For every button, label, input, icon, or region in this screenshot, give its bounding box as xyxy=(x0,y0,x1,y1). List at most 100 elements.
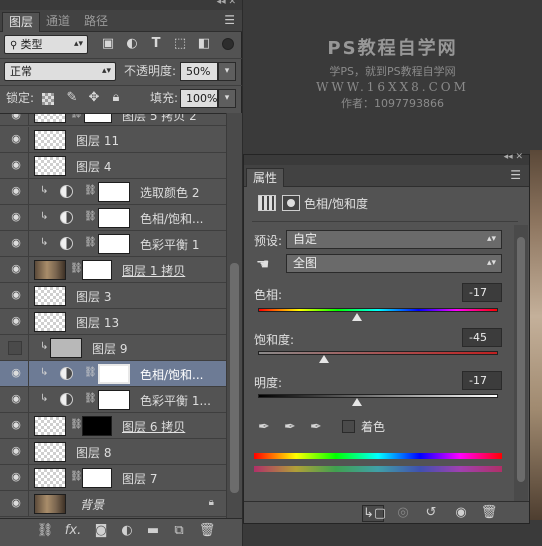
targeted-adjust-hand-icon[interactable]: ☚ xyxy=(256,255,269,273)
layer-row[interactable]: ◉ ⛓ 图层 7 xyxy=(0,465,226,491)
filter-type-icon[interactable]: T xyxy=(146,34,166,54)
visibility-eye-icon[interactable]: ◉ xyxy=(8,471,24,483)
tab-layers[interactable]: 图层 xyxy=(2,12,41,32)
panel-menu-icon[interactable]: ☰ xyxy=(510,168,521,182)
delete-trash-icon[interactable]: 🗑︎ xyxy=(480,505,498,520)
properties-scrollbar[interactable] xyxy=(514,225,528,501)
filter-smart-object-icon[interactable]: ◧ xyxy=(194,34,214,54)
layer-row[interactable]: ◉ ↳ ⛓ 选取颜色 2 xyxy=(0,179,226,205)
layer-row[interactable]: ◉ 图层 4 xyxy=(0,153,226,179)
visibility-eye-icon[interactable]: ◉ xyxy=(8,367,24,379)
lightness-slider-knob[interactable] xyxy=(352,398,362,406)
scrollbar-thumb[interactable] xyxy=(517,237,525,482)
visibility-eye-icon[interactable]: ◉ xyxy=(8,497,24,509)
filter-adjustment-icon[interactable]: ◐ xyxy=(122,34,142,54)
fill-dropdown-button[interactable]: ▾ xyxy=(218,89,236,108)
hue-input[interactable]: -17 xyxy=(462,283,502,302)
visibility-eye-icon[interactable]: ◉ xyxy=(8,315,24,327)
layer-name[interactable]: 图层 6 拷贝 xyxy=(122,418,185,435)
filter-toggle[interactable] xyxy=(222,38,234,50)
collapse-icon[interactable]: ◂◂ ✕ xyxy=(217,0,236,7)
visibility-eye-icon[interactable]: ◉ xyxy=(8,114,24,121)
visibility-eye-icon[interactable]: ◉ xyxy=(8,159,24,171)
panel-titlebar[interactable]: ◂◂ ✕ xyxy=(244,152,529,165)
layer-name[interactable]: 图层 3 xyxy=(76,288,111,305)
hue-slider-knob[interactable] xyxy=(352,313,362,321)
visibility-eye-icon[interactable]: ◉ xyxy=(8,263,24,275)
visibility-eye-icon[interactable]: ◉ xyxy=(8,211,24,223)
filter-pixel-icon[interactable]: ▣ xyxy=(98,34,118,54)
saturation-input[interactable]: -45 xyxy=(462,328,502,347)
filter-shape-icon[interactable]: ⬚ xyxy=(170,34,190,54)
layer-name[interactable]: 色相/饱和... xyxy=(140,210,204,227)
tab-paths[interactable]: 路径 xyxy=(78,12,114,32)
visibility-eye-icon[interactable]: ◉ xyxy=(8,237,24,249)
preset-select[interactable]: 自定 ▴▾ xyxy=(286,230,502,249)
view-previous-state-icon[interactable]: ◎ xyxy=(394,505,412,520)
layer-row[interactable]: ◉ 图层 13 xyxy=(0,309,226,335)
range-select[interactable]: 全图 ▴▾ xyxy=(286,254,502,273)
opacity-dropdown-button[interactable]: ▾ xyxy=(218,62,236,81)
saturation-slider-knob[interactable] xyxy=(319,355,329,363)
lock-transparent-icon[interactable] xyxy=(42,93,54,105)
new-adjustment-icon[interactable]: ◐ xyxy=(118,523,136,538)
visibility-eye-icon[interactable]: ◉ xyxy=(8,133,24,145)
mask-icon[interactable] xyxy=(282,195,300,211)
saturation-slider[interactable] xyxy=(258,351,498,355)
opacity-input[interactable]: 50% xyxy=(180,62,218,81)
fx-style-icon[interactable]: fx. xyxy=(64,523,82,538)
layer-row[interactable]: ◉ 背景 🔒︎ xyxy=(0,491,226,517)
eyedropper-add-icon[interactable]: ✒ xyxy=(284,419,296,435)
panel-menu-icon[interactable]: ☰ xyxy=(224,13,235,27)
lock-position-move-icon[interactable]: ✥ xyxy=(84,88,104,108)
layer-row[interactable]: ◉ ⛓ 图层 1 拷贝 xyxy=(0,257,226,283)
layer-row[interactable]: ◉ 图层 8 xyxy=(0,439,226,465)
hue-slider[interactable] xyxy=(258,308,498,312)
visibility-eye-icon[interactable]: ◉ xyxy=(8,419,24,431)
layer-row[interactable]: ◉ ↳ ⛓ 色彩平衡 1 xyxy=(0,231,226,257)
layer-name[interactable]: 色彩平衡 1 xyxy=(140,236,199,253)
layer-row[interactable]: ↳ 图层 9 xyxy=(0,335,226,361)
link-layers-icon[interactable]: ⛓ xyxy=(36,523,54,538)
layer-name[interactable]: 色彩平衡 1... xyxy=(140,392,211,409)
lock-icon[interactable]: 🔒︎ xyxy=(209,497,214,508)
layer-name[interactable]: 色相/饱和... xyxy=(140,366,204,383)
layer-name[interactable]: 图层 1 拷贝 xyxy=(122,262,185,279)
visibility-toggle-off[interactable] xyxy=(8,341,22,355)
layer-name[interactable]: 背景 xyxy=(80,496,104,513)
scrollbar-thumb[interactable] xyxy=(230,263,239,493)
layer-name[interactable]: 图层 11 xyxy=(76,132,119,149)
lock-all-icon[interactable]: 🔒︎ xyxy=(106,88,126,108)
layer-name[interactable]: 图层 9 xyxy=(92,340,127,357)
visibility-eye-icon[interactable]: ◉ xyxy=(8,445,24,457)
layer-row[interactable]: ◉ ⛓ 图层 5 拷贝 2 xyxy=(0,114,226,126)
lock-pixels-brush-icon[interactable]: ✎ xyxy=(62,88,82,108)
reset-icon[interactable]: ↺ xyxy=(422,505,440,520)
layer-row[interactable]: ◉ ⛓ 图层 6 拷贝 xyxy=(0,413,226,439)
layer-name[interactable]: 图层 8 xyxy=(76,444,111,461)
layers-scrollbar[interactable] xyxy=(226,113,242,518)
layer-row[interactable]: ◉ 图层 3 xyxy=(0,283,226,309)
visibility-eye-icon[interactable]: ◉ xyxy=(8,393,24,405)
eyedropper-icon[interactable]: ✒ xyxy=(258,419,270,435)
layer-row[interactable]: ◉ 图层 11 xyxy=(0,127,226,153)
layer-name[interactable]: 图层 5 拷贝 2 xyxy=(122,114,197,124)
visibility-eye-icon[interactable]: ◉ xyxy=(8,185,24,197)
new-layer-icon[interactable]: ⧉ xyxy=(170,523,188,538)
layer-row[interactable]: ◉ ↳ ⛓ 色相/饱和... xyxy=(0,205,226,231)
layer-row-selected[interactable]: ◉ ↳ ⛓ 色相/饱和... xyxy=(0,361,226,387)
lightness-slider[interactable] xyxy=(258,394,498,398)
tab-channels[interactable]: 通道 xyxy=(40,12,76,32)
eyedropper-subtract-icon[interactable]: ✒ xyxy=(310,419,322,435)
fill-input[interactable]: 100% xyxy=(180,89,218,108)
layer-row[interactable]: ◉ ↳ ⛓ 色彩平衡 1... xyxy=(0,387,226,413)
layer-name[interactable]: 图层 4 xyxy=(76,158,111,175)
blend-mode-select[interactable]: 正常 ▴▾ xyxy=(4,62,116,81)
visibility-eye-icon[interactable]: ◉ xyxy=(452,505,470,520)
filter-kind-select[interactable]: ⚲ 类型 ▴▾ xyxy=(4,35,88,54)
tab-properties[interactable]: 属性 xyxy=(246,168,285,187)
colorize-checkbox[interactable] xyxy=(342,420,355,433)
layer-name[interactable]: 选取颜色 2 xyxy=(140,184,199,201)
add-mask-icon[interactable]: ◙ xyxy=(92,523,110,538)
clip-to-layer-icon[interactable]: ↳▢ xyxy=(362,505,386,522)
